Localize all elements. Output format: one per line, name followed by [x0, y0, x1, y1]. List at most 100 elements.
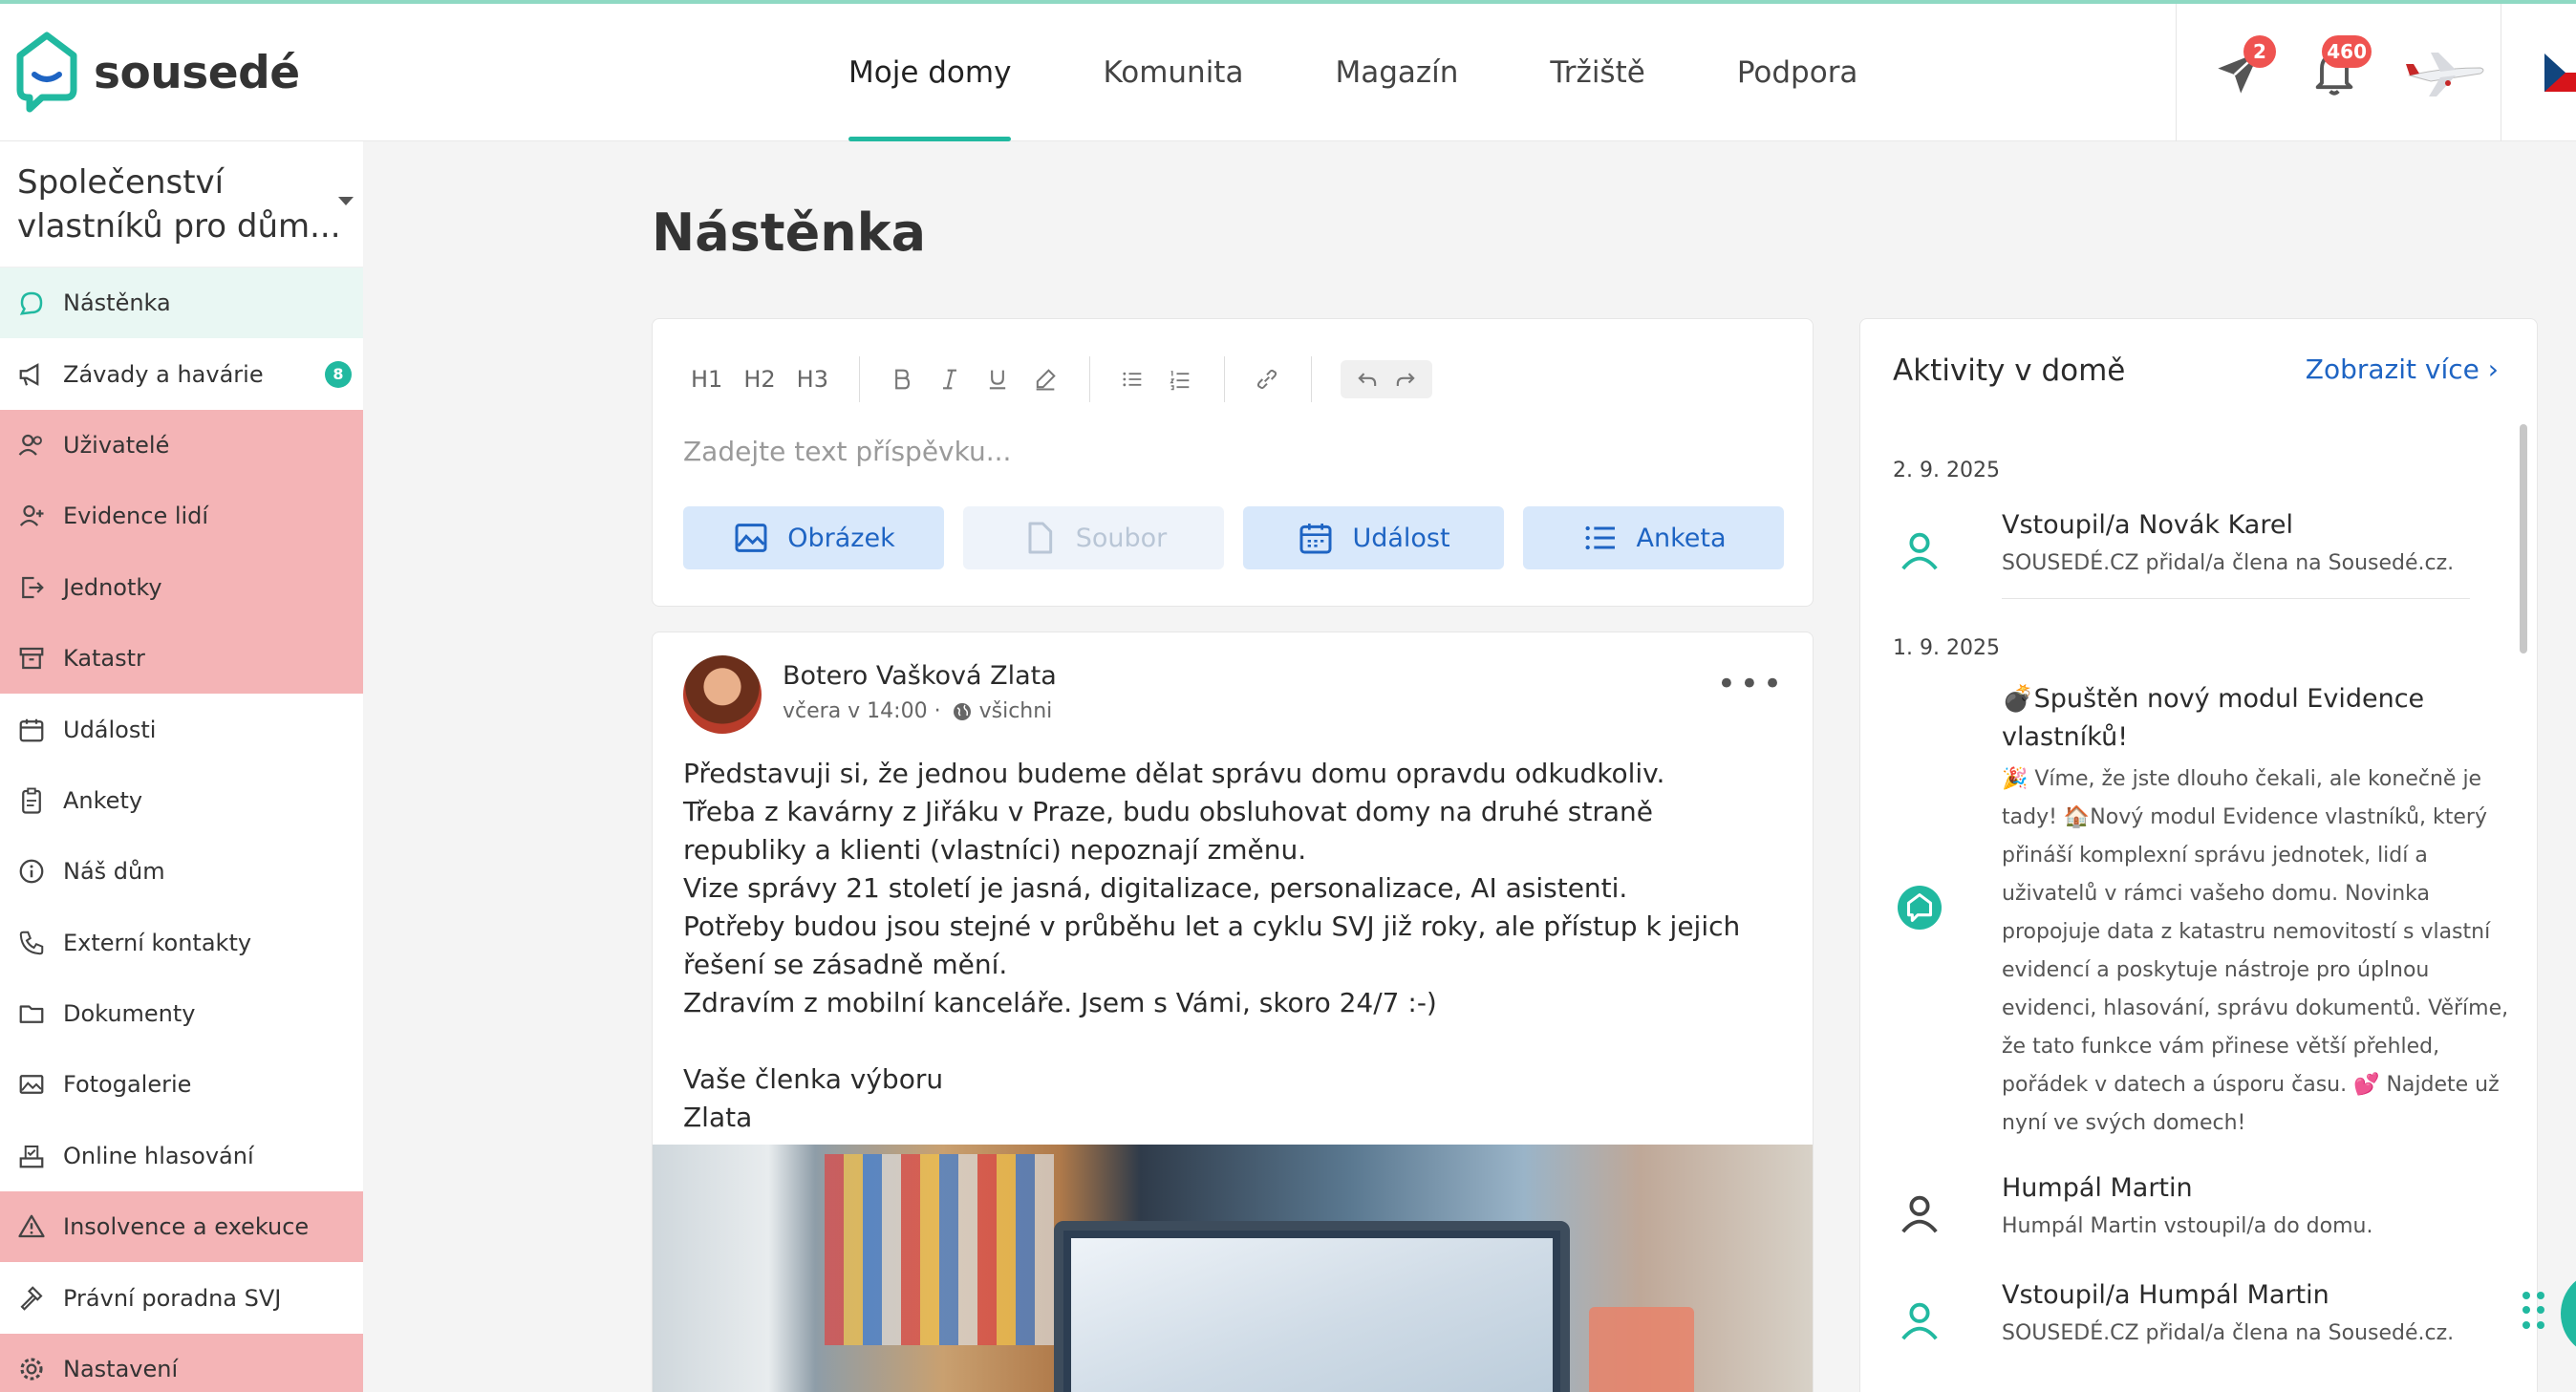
bullet-list-icon — [1123, 372, 1142, 387]
add-image-button[interactable]: Obrázek — [683, 506, 944, 569]
sidebar-item-pravni-poradna[interactable]: Právní poradna SVJ — [0, 1262, 363, 1333]
photo-laptop-screen — [1071, 1238, 1553, 1392]
notifications-button[interactable]: 460 — [2301, 35, 2372, 106]
post-text-input[interactable] — [683, 436, 1734, 467]
chevron-right-icon: › — [2487, 353, 2499, 385]
megaphone-icon — [19, 362, 39, 386]
numbered-list-button[interactable] — [1167, 366, 1193, 393]
nav-komunita[interactable]: Komunita — [1103, 4, 1243, 141]
toolbar-divider — [1088, 356, 1090, 402]
highlight-button[interactable] — [1032, 366, 1059, 393]
ballot-box-icon — [19, 1145, 44, 1168]
globe-icon — [953, 702, 971, 720]
heading3-button[interactable]: H3 — [797, 366, 828, 393]
sousede-logo-icon — [1898, 886, 1942, 930]
sidebar-item-label: Dokumenty — [63, 1000, 196, 1028]
editor-toolbar: H1 H2 H3 — [691, 355, 1432, 403]
add-event-button[interactable]: Událost — [1243, 506, 1504, 569]
sidebar-item-online-hlasovani[interactable]: Online hlasování — [0, 1121, 363, 1191]
add-event-label: Událost — [1352, 523, 1450, 553]
post-card: Botero Vašková Zlata včera v 14:00 · vši… — [652, 632, 1814, 1392]
sidebar-item-evidence-lidi[interactable]: Evidence lidí — [0, 481, 363, 552]
toolbar-divider — [858, 356, 860, 402]
redo-button[interactable] — [1392, 366, 1419, 393]
main-nav: Moje domy Komunita Magazín Tržiště Podpo… — [848, 4, 1949, 141]
nav-moje-domy[interactable]: Moje domy — [848, 4, 1012, 141]
bold-icon — [895, 369, 911, 390]
count-badge: 8 — [325, 361, 352, 389]
drag-handle-icon[interactable] — [2522, 1292, 2545, 1330]
support-chat-button[interactable] — [2561, 1271, 2576, 1357]
sidebar-item-nastaveni[interactable]: Nastavení — [0, 1333, 363, 1392]
activity-title: Vstoupil/a Humpál Martin — [2002, 1280, 2329, 1310]
sidebar-item-label: Závady a havárie — [63, 360, 264, 388]
chat-bubble-icon — [19, 291, 43, 315]
bullet-list-button[interactable] — [1119, 366, 1146, 393]
post-composer: H1 H2 H3 Obrázek Soubor Událost — [652, 318, 1814, 607]
show-more-link[interactable]: Zobrazit více › — [2306, 353, 2499, 385]
sidebar-item-insolvence[interactable]: Insolvence a exekuce — [0, 1191, 363, 1263]
undo-button[interactable] — [1354, 366, 1381, 393]
post-visibility: všichni — [978, 699, 1053, 723]
user-avatar[interactable] — [2402, 39, 2488, 106]
nav-trziste[interactable]: Tržiště — [1550, 4, 1644, 141]
underline-button[interactable] — [984, 366, 1011, 393]
activity-text: 🎉 Víme, že jste dlouho čekali, ale koneč… — [2002, 767, 2509, 1135]
post-photo[interactable] — [653, 1145, 1813, 1392]
chevron-down-icon — [338, 197, 354, 205]
redo-icon — [1396, 373, 1415, 386]
more-options-icon[interactable]: ••• — [1717, 665, 1786, 703]
activity-title: Humpál Martin — [2002, 1173, 2193, 1203]
post-body: Představuji si, že jednou budeme dělat s… — [683, 755, 1782, 1137]
page-title: Nástěnka — [652, 203, 927, 263]
sidebar-item-externi-kontakty[interactable]: Externí kontakty — [0, 908, 363, 978]
add-poll-button[interactable]: Anketa — [1523, 506, 1784, 569]
nav-magazin[interactable]: Magazín — [1335, 4, 1458, 141]
sidebar-item-udalosti[interactable]: Události — [0, 694, 363, 764]
sidebar-item-label: Ankety — [63, 786, 143, 814]
sidebar-item-nastenka[interactable]: Nástěnka — [0, 268, 363, 339]
author-avatar[interactable] — [683, 655, 762, 734]
italic-button[interactable] — [936, 366, 963, 393]
messages-button[interactable]: 2 — [2205, 35, 2276, 106]
calendar-icon — [1299, 524, 1332, 554]
sidebar-item-katastr[interactable]: Katastr — [0, 622, 363, 695]
activity-text: Humpál Martin vstoupil/a do domu. — [2002, 1214, 2373, 1238]
logo[interactable]: sousedé — [13, 31, 300, 115]
history-controls — [1340, 360, 1432, 398]
nav-podpora[interactable]: Podpora — [1737, 4, 1858, 141]
sidebar-item-zavady[interactable]: Závady a havárie 8 — [0, 338, 363, 409]
post-text: Představuji si, že jednou budeme dělat s… — [683, 758, 1741, 1133]
bold-button[interactable] — [889, 366, 915, 393]
heading1-button[interactable]: H1 — [691, 366, 722, 393]
add-file-button[interactable]: Soubor — [963, 506, 1224, 569]
czech-flag-icon[interactable] — [2544, 54, 2576, 92]
activities-scrollbar[interactable] — [2520, 424, 2527, 653]
org-selector[interactable]: Společenství vlastníků pro dům... — [0, 141, 363, 268]
users-icon — [18, 434, 42, 456]
post-time: včera v 14:00 — [783, 699, 928, 723]
sidebar-item-label: Náš dům — [63, 858, 165, 886]
sidebar-item-jednotky[interactable]: Jednotky — [0, 551, 363, 623]
sidebar-item-uzivatele[interactable]: Uživatelé — [0, 409, 363, 482]
meta-separator: · — [927, 699, 941, 723]
sidebar-item-nas-dum[interactable]: Náš dům — [0, 836, 363, 907]
messages-badge: 2 — [2243, 35, 2276, 68]
post-author[interactable]: Botero Vašková Zlata — [783, 661, 1057, 691]
sidebar-item-label: Insolvence a exekuce — [63, 1213, 310, 1241]
activity-date: 1. 9. 2025 — [1893, 636, 2000, 660]
sidebar-item-label: Právní poradna SVJ — [63, 1284, 282, 1312]
activity-title: 💣Spuštěn nový modul Evidence vlastníků! — [2002, 684, 2425, 752]
activity-divider — [2002, 598, 2470, 599]
sidebar-item-label: Externí kontakty — [63, 929, 252, 956]
link-button[interactable] — [1254, 366, 1280, 393]
phone-icon — [19, 931, 44, 954]
sidebar-item-fotogalerie[interactable]: Fotogalerie — [0, 1049, 363, 1120]
heading2-button[interactable]: H2 — [743, 366, 775, 393]
sidebar-item-label: Evidence lidí — [63, 503, 209, 530]
activities-panel: Aktivity v domě Zobrazit více › 2. 9. 20… — [1859, 318, 2538, 1392]
sidebar-item-ankety[interactable]: Ankety — [0, 765, 363, 836]
person-gray-icon — [1901, 1195, 1938, 1233]
sidebar-item-dokumenty[interactable]: Dokumenty — [0, 978, 363, 1049]
sidebar-item-label: Katastr — [63, 645, 145, 673]
